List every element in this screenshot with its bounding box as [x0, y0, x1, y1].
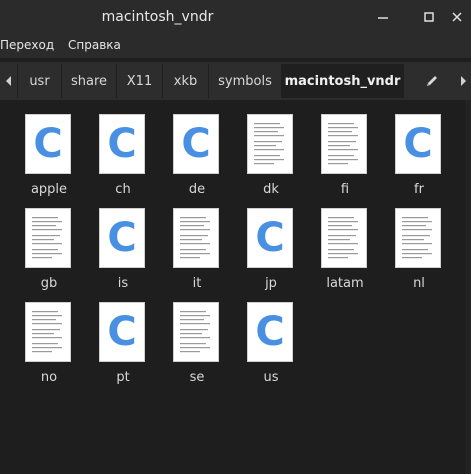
svg-text:C: C: [107, 309, 136, 355]
crumb-xkb[interactable]: xkb: [163, 64, 209, 98]
file-name: de: [188, 182, 206, 197]
file-name: us: [263, 370, 279, 385]
crumb-x11[interactable]: X11: [117, 64, 163, 98]
file-item[interactable]: dk: [235, 102, 307, 197]
file-item[interactable]: se: [161, 290, 233, 385]
file-item[interactable]: gb: [13, 196, 85, 291]
file-item[interactable]: latam: [309, 196, 381, 291]
maximize-icon[interactable]: [418, 6, 440, 28]
text-file-icon: [173, 302, 219, 362]
file-item[interactable]: C apple: [13, 102, 85, 197]
file-item[interactable]: C us: [235, 290, 307, 385]
menu-item-go[interactable]: Переход: [0, 38, 54, 52]
text-file-icon: [173, 208, 219, 268]
file-name: apple: [30, 182, 68, 197]
svg-text:C: C: [107, 121, 136, 167]
file-item[interactable]: C jp: [235, 196, 307, 291]
svg-text:C: C: [107, 215, 136, 261]
c-source-icon: C: [173, 114, 219, 174]
file-item[interactable]: C is: [87, 196, 159, 291]
file-name: ch: [115, 182, 131, 197]
text-file-icon: [321, 208, 367, 268]
scrollbar[interactable]: [465, 100, 471, 474]
crumb-macintosh-vndr[interactable]: macintosh_vndr: [282, 64, 404, 98]
c-source-icon: C: [247, 302, 293, 362]
c-source-icon: C: [99, 208, 145, 268]
file-name: is: [117, 276, 129, 291]
chevron-left-icon[interactable]: [0, 64, 18, 98]
file-item[interactable]: it: [161, 196, 233, 291]
text-file-icon: [321, 114, 367, 174]
text-file-icon: [395, 208, 441, 268]
file-grid: C apple C ch C de dk fi C fr gb C is it …: [0, 100, 471, 474]
file-name: latam: [326, 276, 364, 291]
text-file-icon: [25, 302, 71, 362]
file-item[interactable]: fi: [309, 102, 381, 197]
file-name: pt: [116, 370, 130, 385]
svg-text:C: C: [255, 309, 284, 355]
file-name: jp: [265, 276, 277, 291]
crumb-share[interactable]: share: [62, 64, 117, 98]
svg-text:C: C: [403, 121, 432, 167]
menu-item-help[interactable]: Справка: [68, 38, 121, 52]
c-source-icon: C: [247, 208, 293, 268]
c-source-icon: C: [395, 114, 441, 174]
chevron-right-icon[interactable]: [455, 64, 471, 98]
crumb-symbols[interactable]: symbols: [209, 64, 282, 98]
file-name: no: [40, 370, 58, 385]
file-item[interactable]: C de: [161, 102, 233, 197]
c-source-icon: C: [99, 114, 145, 174]
minimize-icon[interactable]: [372, 6, 394, 28]
svg-text:C: C: [181, 121, 210, 167]
window-title: macintosh_vndr: [101, 9, 214, 25]
svg-text:C: C: [255, 215, 284, 261]
file-item[interactable]: C ch: [87, 102, 159, 197]
pencil-icon[interactable]: [416, 64, 448, 98]
file-item[interactable]: no: [13, 290, 85, 385]
file-item[interactable]: C fr: [383, 102, 455, 197]
crumb-usr[interactable]: usr: [18, 64, 62, 98]
svg-text:C: C: [33, 121, 62, 167]
menu-bar: Переход Справка: [0, 34, 471, 58]
file-name: dk: [263, 182, 279, 197]
file-name: nl: [413, 276, 425, 291]
text-file-icon: [247, 114, 293, 174]
file-name: fr: [414, 182, 424, 197]
file-name: se: [189, 370, 205, 385]
c-source-icon: C: [25, 114, 71, 174]
file-item[interactable]: nl: [383, 196, 455, 291]
file-name: it: [192, 276, 202, 291]
file-name: gb: [40, 276, 58, 291]
file-name: fi: [340, 182, 350, 197]
c-source-icon: C: [99, 302, 145, 362]
path-bar: usr share X11 xkb symbols macintosh_vndr: [0, 62, 471, 100]
text-file-icon: [25, 208, 71, 268]
title-bar: macintosh_vndr: [0, 0, 471, 34]
close-icon[interactable]: [446, 6, 468, 28]
file-item[interactable]: C pt: [87, 290, 159, 385]
